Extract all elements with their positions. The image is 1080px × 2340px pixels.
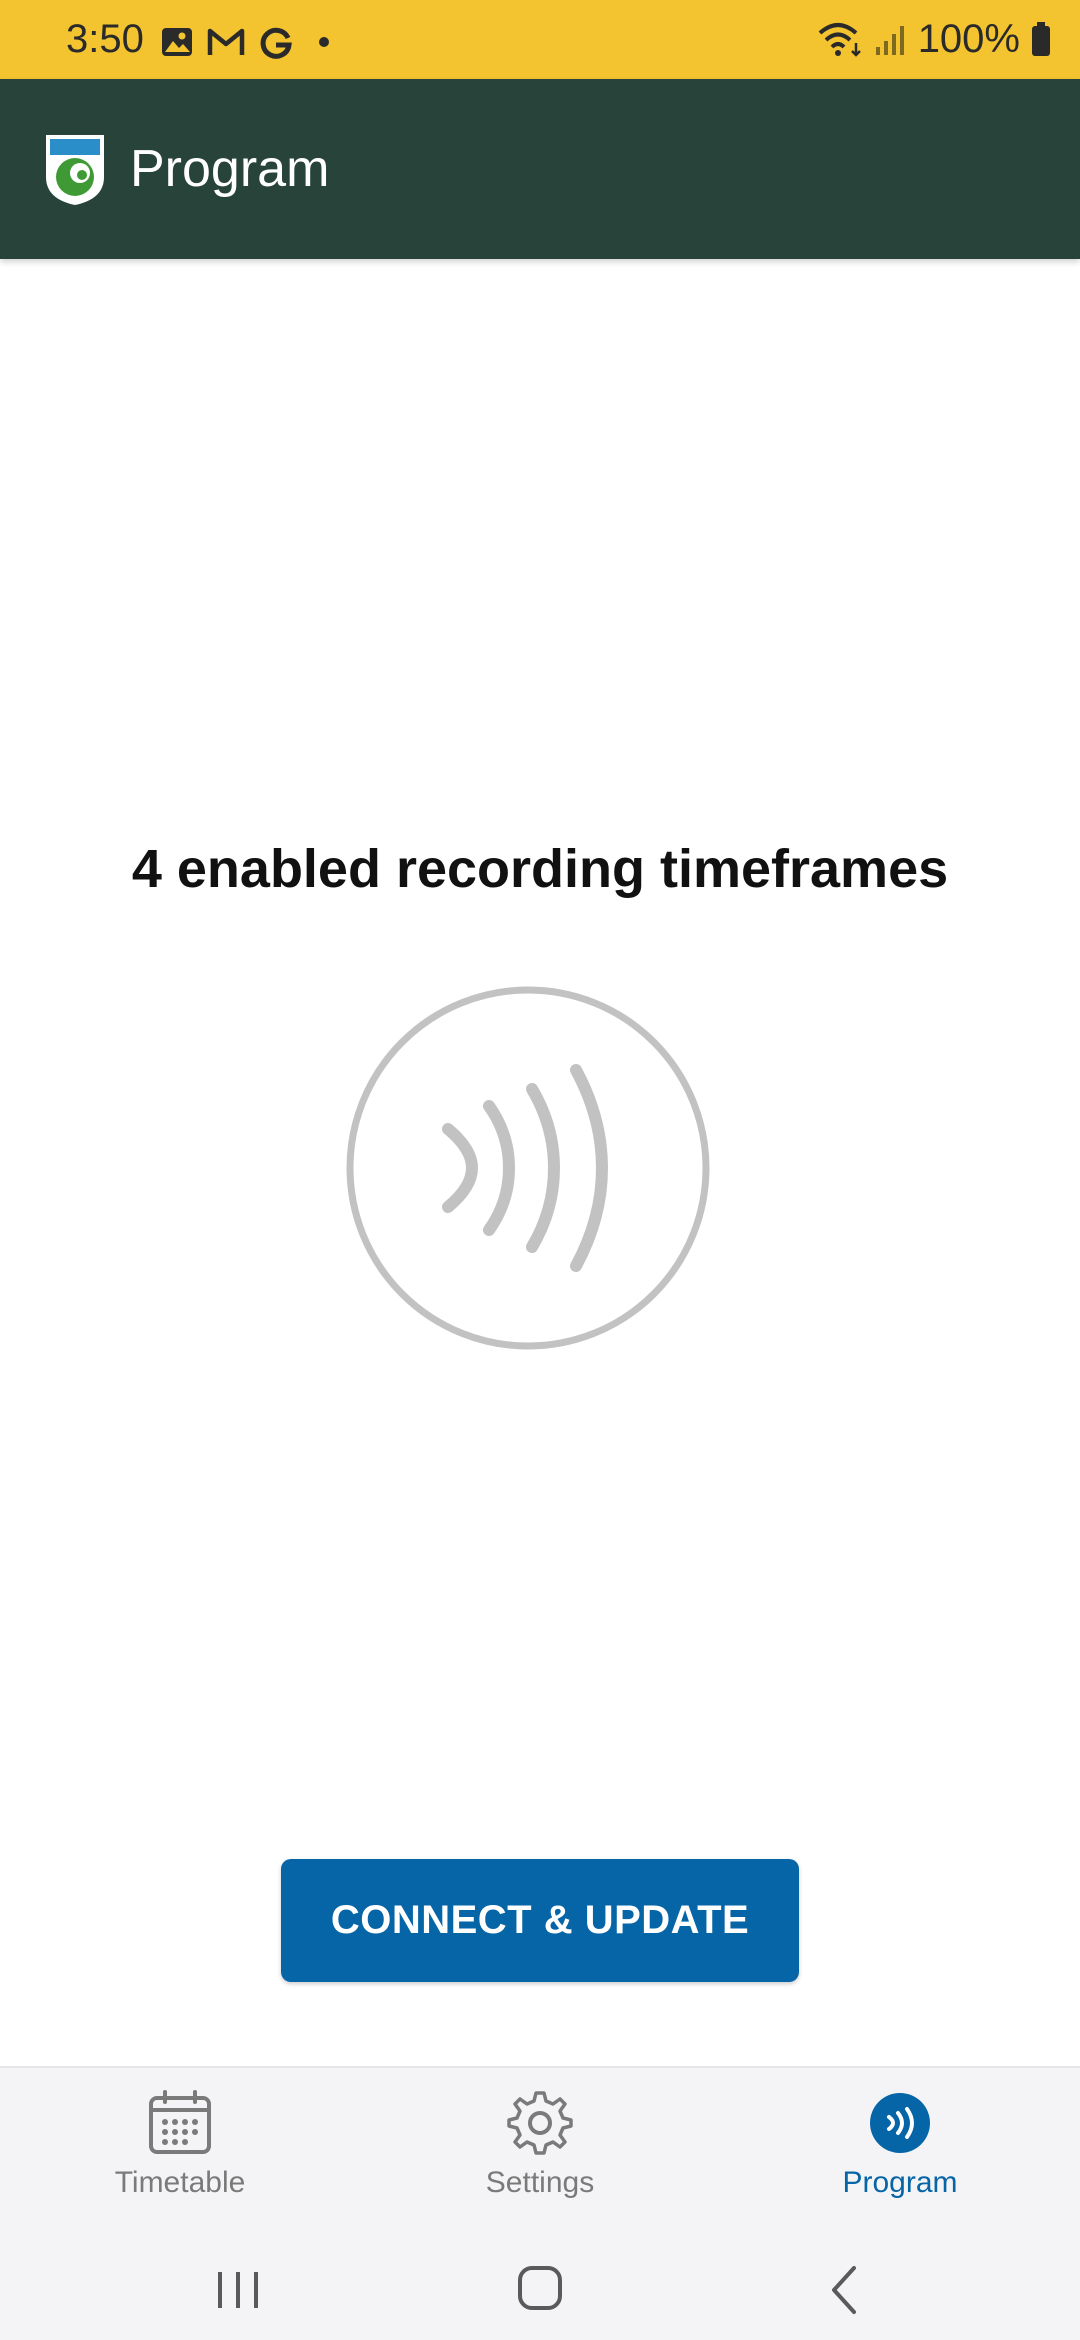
- recording-timeframes-heading: 4 enabled recording timeframes: [131, 839, 949, 899]
- app-bar: Program: [0, 79, 1080, 259]
- app-logo-icon: [46, 135, 104, 205]
- nav-label-program: Program: [842, 2166, 958, 2199]
- bottom-navigation: Timetable Settings Program: [0, 2066, 1080, 2246]
- system-navigation: [0, 2244, 1080, 2340]
- nfc-icon: [870, 2093, 930, 2153]
- back-button[interactable]: [802, 2254, 882, 2324]
- connect-update-button[interactable]: CONNECT & UPDATE: [281, 1859, 799, 1982]
- wifi-icon: [818, 23, 861, 57]
- system-status-icons: 100%: [816, 16, 1052, 62]
- status-time: 3:50: [66, 17, 144, 61]
- status-bar: 3:50 100%: [0, 0, 1080, 79]
- google-icon: [260, 27, 292, 59]
- screen: 3:50 100% Program 4 enabled recording ti…: [0, 0, 1080, 2340]
- nav-item-timetable[interactable]: Timetable: [0, 2068, 360, 2246]
- dot-icon: [319, 37, 329, 47]
- calendar-icon: [149, 2090, 211, 2154]
- recents-button[interactable]: [198, 2254, 278, 2324]
- page-title: Program: [130, 140, 330, 198]
- nav-label-settings: Settings: [485, 2166, 595, 2199]
- signal-icon: [875, 26, 904, 55]
- home-button[interactable]: [500, 2254, 580, 2324]
- gmail-icon: [207, 28, 245, 55]
- notification-icons: [160, 22, 336, 62]
- nav-label-timetable: Timetable: [114, 2166, 246, 2199]
- image-icon: [162, 28, 192, 56]
- battery-percentage: 100%: [917, 17, 1020, 61]
- nav-item-program[interactable]: Program: [720, 2068, 1080, 2246]
- nav-item-settings[interactable]: Settings: [360, 2068, 720, 2246]
- gear-icon: [507, 2091, 573, 2155]
- battery-icon: [1032, 22, 1050, 56]
- nfc-icon: [346, 986, 710, 1350]
